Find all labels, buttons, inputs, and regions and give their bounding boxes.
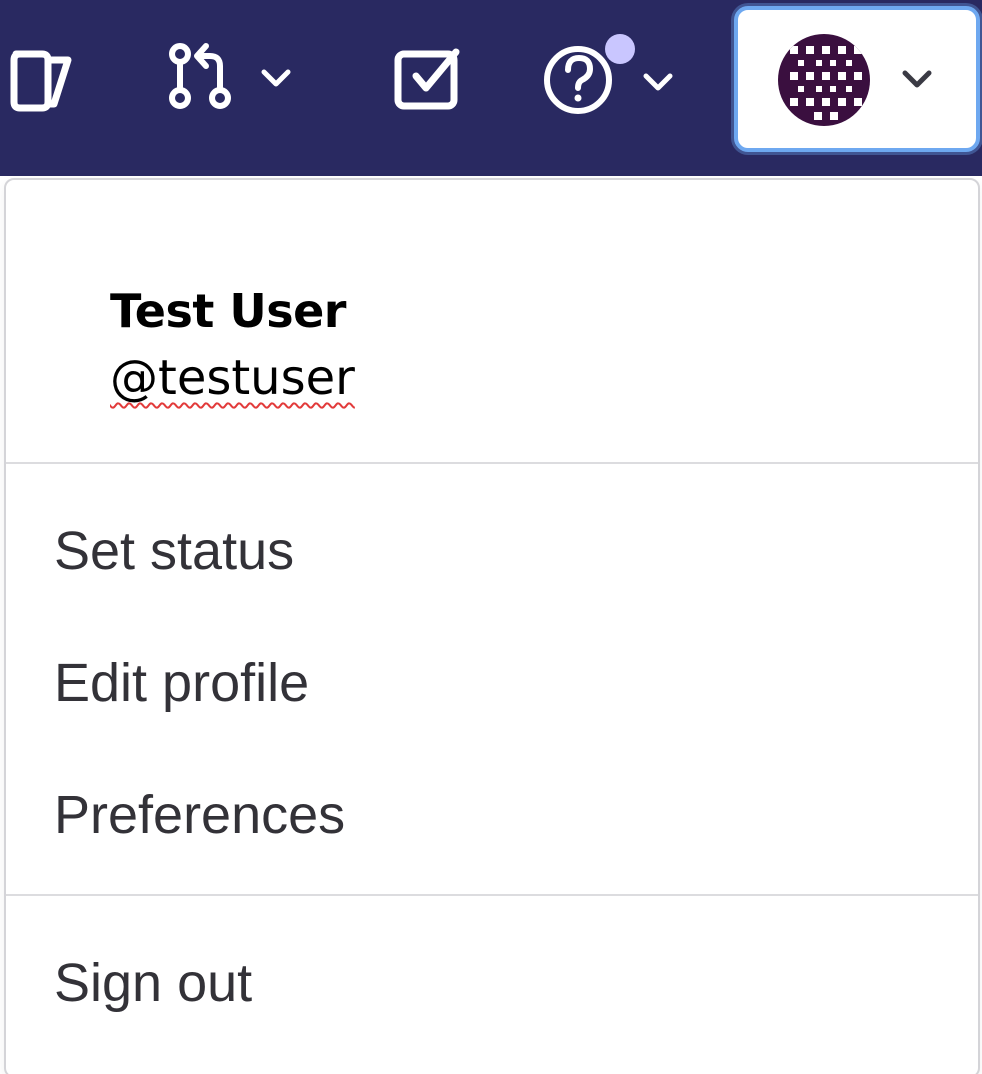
chevron-down-icon xyxy=(261,69,291,87)
merge-requests-button[interactable] xyxy=(164,40,304,120)
help-button[interactable] xyxy=(540,30,680,120)
user-display-name: Test User xyxy=(110,284,346,338)
issues-button[interactable] xyxy=(6,46,72,112)
help-icon xyxy=(544,46,612,114)
user-menu-toggle[interactable] xyxy=(734,6,980,152)
top-navigation-bar xyxy=(0,0,982,176)
todo-icon xyxy=(394,48,460,110)
merge-request-icon xyxy=(169,43,231,109)
todos-button[interactable] xyxy=(392,46,464,112)
notification-dot xyxy=(605,34,635,64)
issues-icon xyxy=(10,50,72,112)
user-dropdown-menu: Test User @testuser Set status Edit prof… xyxy=(4,178,980,1074)
preferences-item[interactable]: Preferences xyxy=(54,784,345,846)
menu-divider xyxy=(6,894,978,896)
menu-divider xyxy=(6,462,978,464)
set-status-item[interactable]: Set status xyxy=(54,520,294,582)
chevron-down-icon xyxy=(643,73,673,91)
chevron-down-icon xyxy=(902,70,932,88)
username-text: @testuser xyxy=(110,350,355,406)
avatar xyxy=(778,34,870,126)
user-username: @testuser xyxy=(110,350,355,406)
sign-out-item[interactable]: Sign out xyxy=(54,952,252,1014)
edit-profile-item[interactable]: Edit profile xyxy=(54,652,309,714)
